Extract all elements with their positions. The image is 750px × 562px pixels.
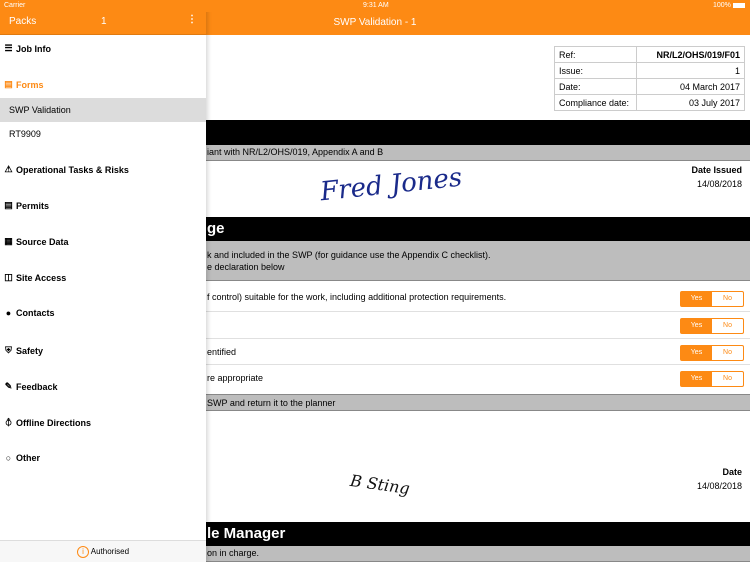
- question-text: entified: [207, 347, 237, 357]
- document-icon: ▤: [4, 200, 13, 210]
- battery-icon: [733, 3, 745, 8]
- item-label: Site Access: [16, 272, 67, 283]
- no-button[interactable]: No: [712, 372, 743, 386]
- clock: 9:31 AM: [363, 2, 389, 9]
- warning-icon: ⚠: [4, 164, 13, 174]
- sidebar-item-permits[interactable]: ▤ Permits: [3, 200, 49, 211]
- sidebar-item-site-access[interactable]: ◫ Site Access: [3, 272, 66, 283]
- yes-no-toggle[interactable]: Yes No: [680, 371, 744, 387]
- ref-value: NR/L2/OHS/019/F01: [636, 46, 745, 63]
- sidebar-item-contacts[interactable]: ● Contacts: [3, 308, 55, 318]
- yes-no-toggle[interactable]: Yes No: [680, 345, 744, 361]
- yes-no-toggle[interactable]: Yes No: [680, 318, 744, 334]
- item-label: Source Data: [16, 236, 69, 247]
- no-button[interactable]: No: [712, 346, 743, 360]
- sidebar-item-forms[interactable]: ▤ Forms: [3, 79, 44, 90]
- ref-table: Ref: NR/L2/OHS/019/F01 Issue: 1 Date: 04 Ma…: [554, 46, 745, 111]
- no-button[interactable]: No: [712, 292, 743, 306]
- list-icon: ☰: [4, 43, 13, 53]
- info-line: k and included in the SWP (for guidance …: [207, 250, 491, 260]
- yes-button[interactable]: Yes: [681, 372, 712, 386]
- person-icon: ●: [5, 308, 12, 318]
- item-label: Other: [16, 453, 41, 463]
- sidebar-item-offline-directions[interactable]: ⦽ Offline Directions: [3, 417, 91, 428]
- info-line: e declaration below: [207, 262, 285, 272]
- date-value: 14/08/2018: [696, 481, 742, 491]
- item-label: Permits: [16, 200, 50, 211]
- no-button[interactable]: No: [712, 319, 743, 333]
- question-text: f control) suitable for the work, includ…: [207, 292, 507, 302]
- yes-button[interactable]: Yes: [681, 319, 712, 333]
- ref-label: Ref:: [554, 46, 637, 63]
- yes-button[interactable]: Yes: [681, 346, 712, 360]
- item-label: Job Info: [16, 43, 51, 54]
- carrier: Carrier: [4, 2, 26, 9]
- map-icon: ◫: [4, 272, 13, 282]
- edit-icon: ✎: [4, 381, 13, 391]
- issue-label: Issue:: [554, 62, 637, 79]
- shield-icon: ⛨: [5, 345, 12, 355]
- sidebar-item-other[interactable]: ○ Other: [3, 453, 40, 463]
- compliance-label: Compliance date:: [554, 94, 637, 111]
- item-label: Contacts: [16, 308, 55, 318]
- sidebar-item-feedback[interactable]: ✎ Feedback: [3, 381, 58, 392]
- status-footer: i Authorised: [0, 540, 206, 562]
- status-bar: Carrier 9:31 AM 100%: [0, 0, 750, 12]
- sidebar-item-safety[interactable]: ⛨ Safety: [3, 345, 43, 356]
- yes-button[interactable]: Yes: [681, 292, 712, 306]
- item-label: Feedback: [16, 381, 58, 392]
- date-issued-value: 14/08/2018: [696, 179, 742, 189]
- packs-title[interactable]: Packs: [9, 16, 36, 27]
- battery: 100%: [713, 2, 731, 9]
- form-item-rt9909[interactable]: RT9909: [0, 122, 206, 146]
- info-icon: i: [76, 545, 89, 558]
- yes-no-toggle[interactable]: Yes No: [680, 291, 744, 307]
- more-vertical-icon[interactable]: ⋮: [187, 14, 197, 25]
- sidebar-item-operational[interactable]: ⚠ Operational Tasks & Risks: [3, 164, 129, 175]
- item-label: Offline Directions: [16, 417, 92, 428]
- sidebar-item-job-info[interactable]: ☰ Job Info: [3, 43, 51, 54]
- date-issued-label: Date Issued: [691, 165, 742, 175]
- compliance-value: 03 July 2017: [636, 94, 745, 111]
- circle-icon: ○: [5, 453, 12, 463]
- compass-icon: ⦽: [5, 417, 12, 427]
- item-label: Operational Tasks & Risks: [16, 164, 129, 175]
- date-label: Date:: [554, 78, 637, 95]
- authorised-label: Authorised: [90, 547, 130, 556]
- sidebar-item-source-data[interactable]: ▦ Source Data: [3, 236, 69, 247]
- sidebar-header: Packs 1 ⋮: [0, 12, 206, 35]
- date-label: Date: [722, 467, 742, 477]
- item-label: Forms: [16, 79, 44, 90]
- item-label: Safety: [16, 345, 44, 356]
- date-value: 04 March 2017: [636, 78, 745, 95]
- form-item-swp-validation[interactable]: SWP Validation: [0, 98, 206, 122]
- sidebar: Packs 1 ⋮ ☰ Job Info ▤ Forms SWP Validatio…: [0, 0, 206, 562]
- forms-icon: ▤: [4, 79, 13, 89]
- pack-count: 1: [101, 16, 107, 27]
- source-icon: ▦: [4, 236, 13, 246]
- question-text: re appropriate: [207, 373, 264, 383]
- issue-value: 1: [636, 62, 745, 79]
